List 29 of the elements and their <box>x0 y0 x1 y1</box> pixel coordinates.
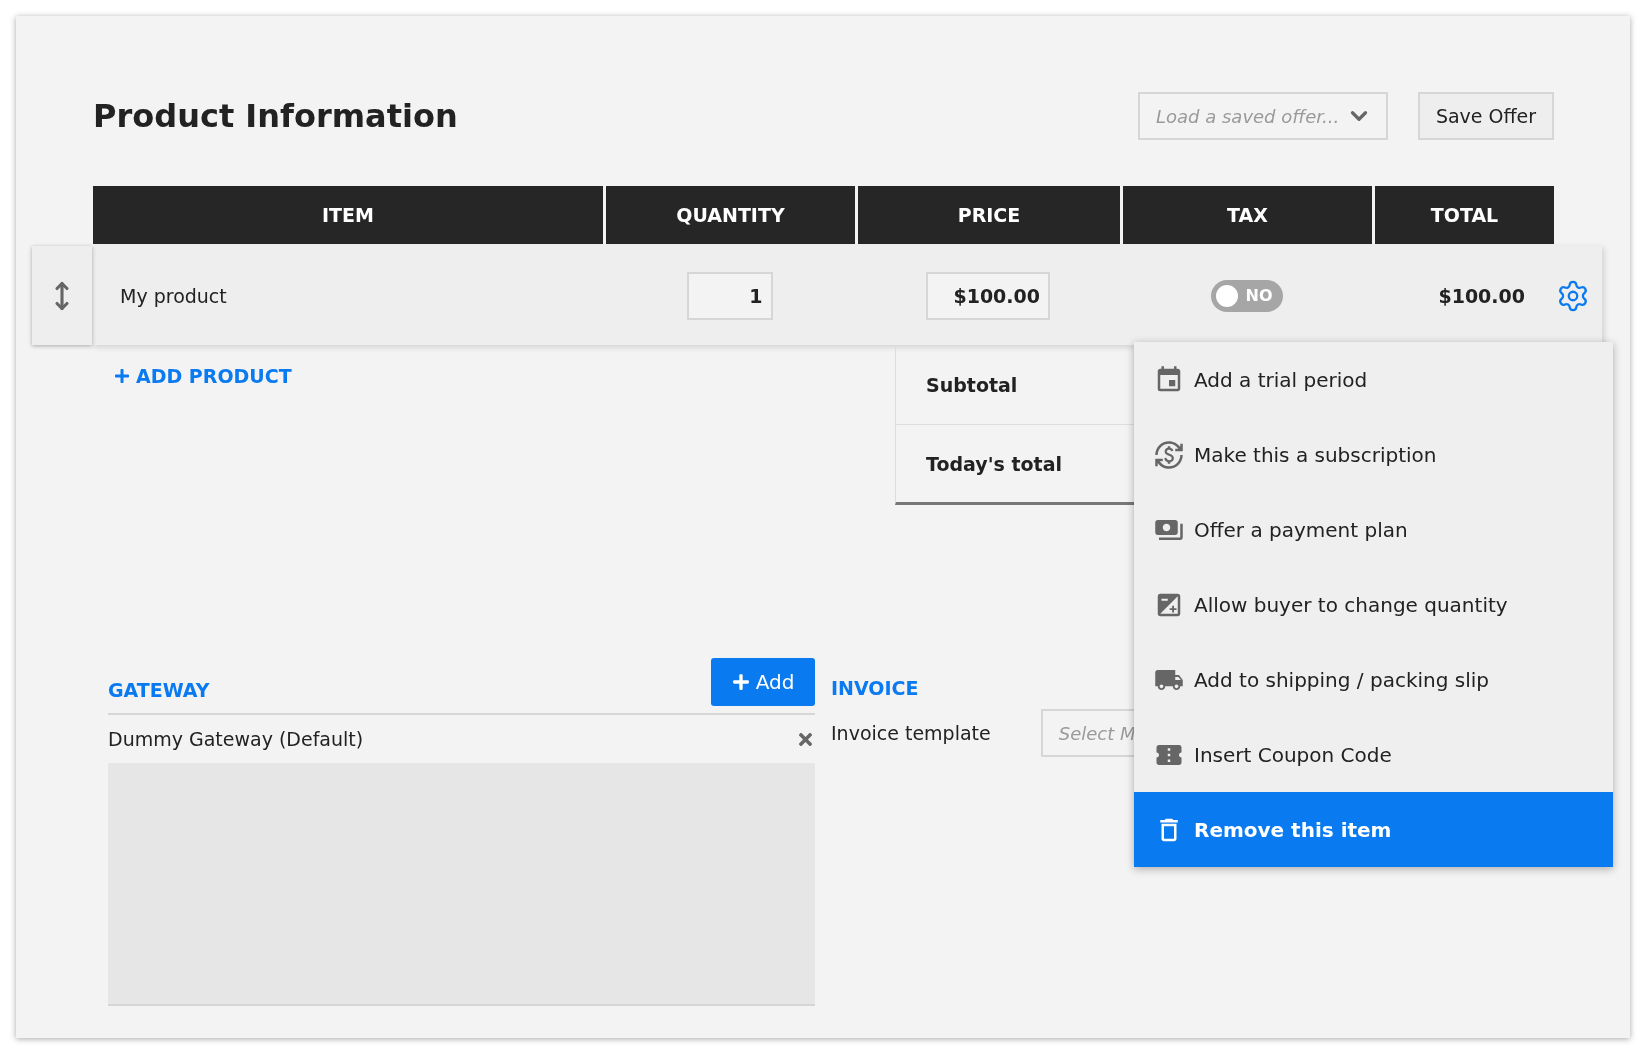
column-header: PRICE <box>858 186 1120 244</box>
gateway-heading: GATEWAY <box>108 679 210 701</box>
column-header: ITEM <box>93 186 603 244</box>
save-offer-button[interactable]: Save Offer <box>1418 92 1554 140</box>
menu-item[interactable]: Offer a payment plan <box>1134 492 1613 567</box>
column-header: TOTAL <box>1375 186 1554 244</box>
menu-item[interactable]: Allow buyer to change quantity <box>1134 567 1613 642</box>
quantity-field[interactable]: 1 <box>686 271 773 320</box>
menu-item[interactable]: Add a trial period <box>1134 342 1613 417</box>
row-total: $100.00 <box>1438 284 1526 307</box>
drag-handle[interactable] <box>32 246 92 345</box>
plus-icon <box>731 673 750 691</box>
add-gateway-button[interactable]: Add <box>711 658 815 706</box>
invoice-template-label: Invoice template <box>831 722 991 744</box>
page-title: Product Information <box>93 97 459 135</box>
price-field[interactable]: $100.00 <box>926 271 1050 320</box>
totals-label: Subtotal <box>926 373 1018 396</box>
column-header: TAX <box>1123 186 1372 244</box>
gateway-name: Dummy Gateway (Default) <box>108 728 364 750</box>
invoice-heading: INVOICE <box>831 677 919 699</box>
settings-icon[interactable] <box>1556 278 1590 313</box>
menu-item[interactable]: Make this a subscription <box>1134 417 1613 492</box>
totals-label: Today's total <box>926 452 1062 475</box>
plus-icon <box>114 368 130 384</box>
menu-item[interactable]: Remove this item <box>1134 792 1613 867</box>
product-name: My product <box>119 284 228 307</box>
recurring-dollar-icon <box>1154 439 1184 470</box>
column-header: QUANTITY <box>606 186 855 244</box>
add-product-link[interactable]: ADD PRODUCT <box>114 363 292 389</box>
